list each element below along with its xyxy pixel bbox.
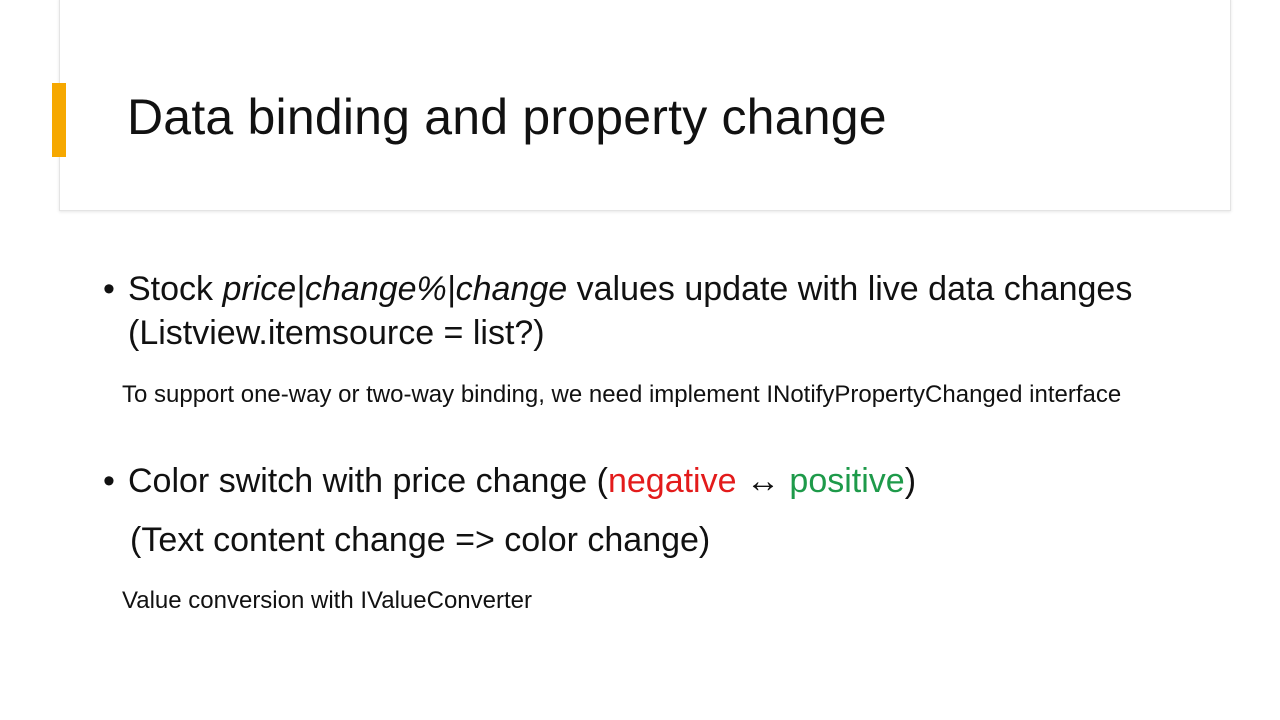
text-content-change-line: (Text content change => color change) bbox=[130, 521, 711, 559]
bullet-color-suffix: ) bbox=[904, 462, 917, 500]
positive-word: positive bbox=[789, 462, 905, 500]
note-ivalueconverter: Value conversion with IValueConverter bbox=[122, 587, 532, 614]
bullet-color-switch-text: Color switch with price change (negative… bbox=[128, 459, 1183, 503]
bullet-marker: • bbox=[103, 270, 115, 308]
bullet-stock-values-text: Stock price|change%|change values update… bbox=[128, 267, 1183, 355]
bullet-stock-emphasis: price|change%|change bbox=[222, 270, 568, 308]
negative-word: negative bbox=[607, 462, 737, 500]
bullet-marker: • bbox=[103, 462, 115, 500]
bullet-color-prefix: Color switch with price change ( bbox=[128, 462, 608, 500]
bullet-color-switch: • Color switch with price change (negati… bbox=[103, 459, 1183, 503]
slide-title: Data binding and property change bbox=[127, 89, 887, 145]
note-inotify: To support one-way or two-way binding, w… bbox=[122, 381, 1122, 408]
slide: Data binding and property change • Stock… bbox=[0, 0, 1280, 720]
arrow-symbol: ↔ bbox=[736, 462, 790, 500]
bullet-stock-values: • Stock price|change%|change values upda… bbox=[103, 267, 1183, 355]
title-accent-bar bbox=[52, 83, 66, 157]
bullet-stock-prefix: Stock bbox=[128, 270, 223, 308]
